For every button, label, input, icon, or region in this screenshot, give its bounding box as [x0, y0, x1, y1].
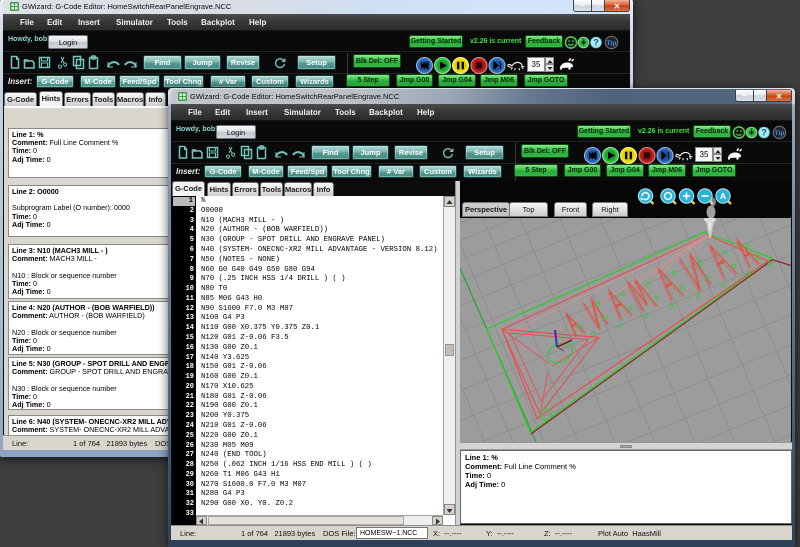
- svg-text:?: ?: [761, 128, 767, 138]
- svg-text:Tip: Tip: [607, 40, 617, 47]
- svg-text:Tip: Tip: [775, 130, 785, 137]
- svg-text:?: ?: [593, 38, 599, 48]
